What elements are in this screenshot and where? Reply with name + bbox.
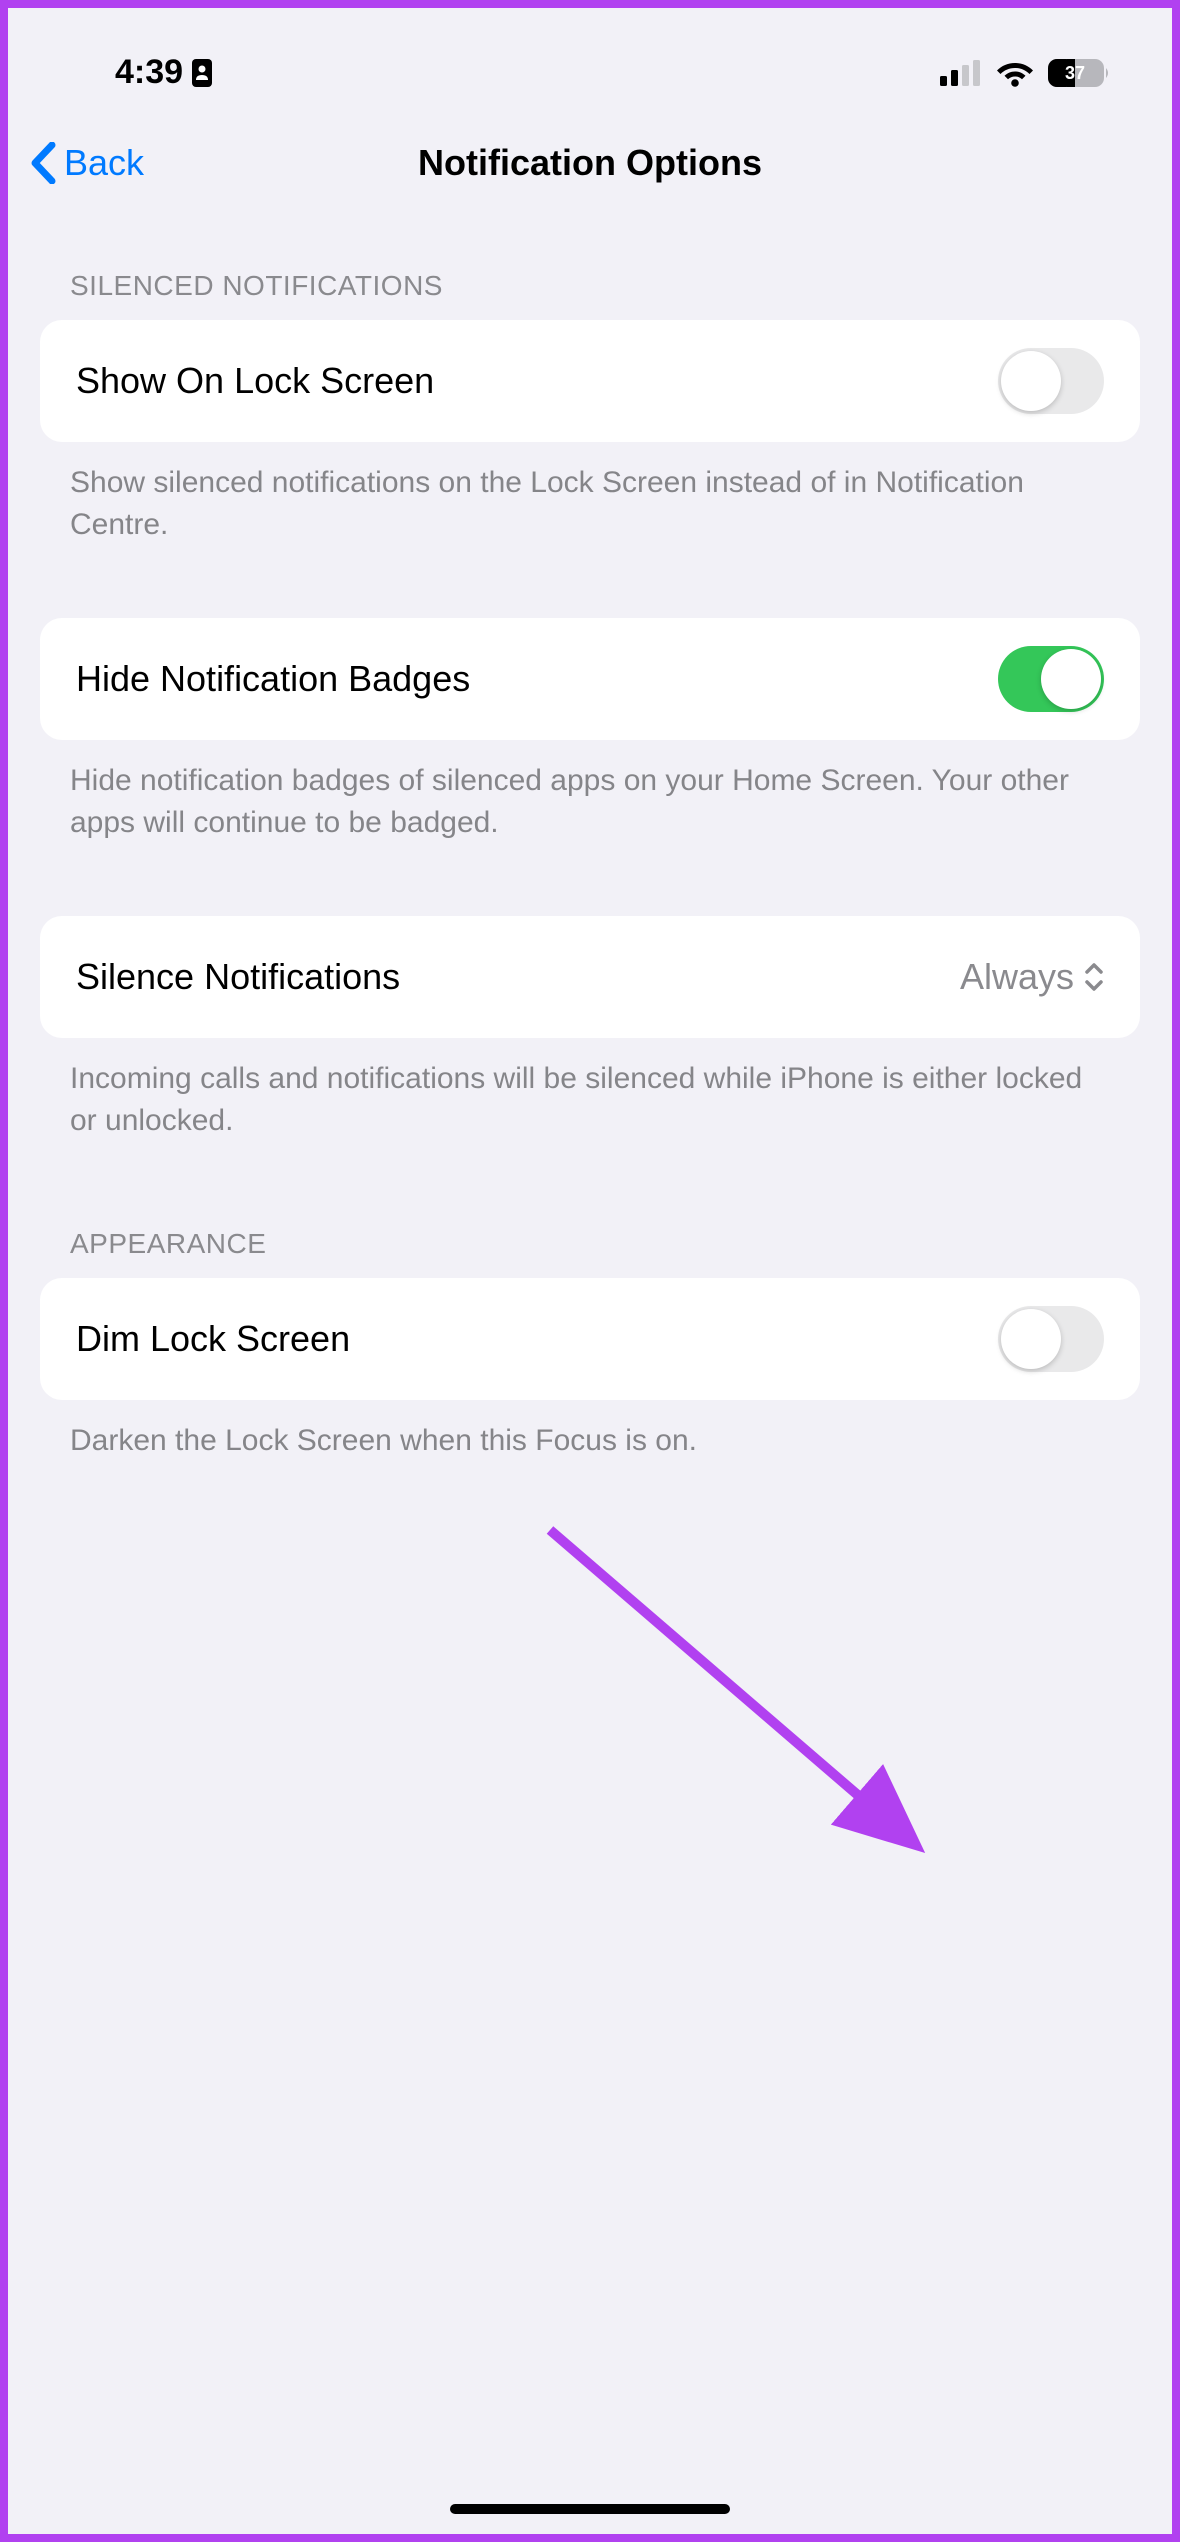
id-card-icon: [191, 58, 213, 88]
toggle-hide-notification-badges[interactable]: [998, 646, 1104, 712]
battery-icon: 37: [1048, 59, 1110, 87]
status-time: 4:39: [115, 53, 213, 92]
footer-hide-notification-badges: Hide notification badges of silenced app…: [40, 740, 1140, 844]
value-text: Always: [960, 956, 1074, 998]
section-header-appearance: APPEARANCE: [40, 1188, 1140, 1278]
content: SILENCED NOTIFICATIONS Show On Lock Scre…: [0, 270, 1180, 1462]
back-label: Back: [64, 142, 144, 184]
wifi-icon: [996, 59, 1034, 87]
nav-bar: Back Notification Options: [0, 115, 1180, 210]
row-label: Show On Lock Screen: [76, 360, 434, 402]
chevron-left-icon: [30, 142, 56, 184]
footer-silence-notifications: Incoming calls and notifications will be…: [40, 1038, 1140, 1142]
back-button[interactable]: Back: [30, 142, 144, 184]
footer-dim-lock-screen: Darken the Lock Screen when this Focus i…: [40, 1400, 1140, 1462]
footer-show-on-lock-screen: Show silenced notifications on the Lock …: [40, 442, 1140, 546]
cellular-icon: [940, 60, 982, 86]
page-title: Notification Options: [30, 142, 1150, 184]
row-show-on-lock-screen[interactable]: Show On Lock Screen: [40, 320, 1140, 442]
row-hide-notification-badges[interactable]: Hide Notification Badges: [40, 618, 1140, 740]
home-indicator[interactable]: [450, 2504, 730, 2514]
toggle-knob: [1001, 1309, 1061, 1369]
status-icons: 37: [940, 59, 1110, 87]
row-dim-lock-screen[interactable]: Dim Lock Screen: [40, 1278, 1140, 1400]
row-label: Silence Notifications: [76, 956, 400, 998]
row-label: Hide Notification Badges: [76, 658, 470, 700]
toggle-show-on-lock-screen[interactable]: [998, 348, 1104, 414]
section-header-silenced: SILENCED NOTIFICATIONS: [40, 270, 1140, 320]
status-bar: 4:39 37: [0, 0, 1180, 115]
row-label: Dim Lock Screen: [76, 1318, 350, 1360]
toggle-knob: [1001, 351, 1061, 411]
toggle-knob: [1041, 649, 1101, 709]
svg-text:37: 37: [1065, 63, 1085, 83]
chevron-up-down-icon: [1084, 961, 1104, 993]
row-value: Always: [960, 956, 1104, 998]
time-text: 4:39: [115, 53, 183, 92]
toggle-dim-lock-screen[interactable]: [998, 1306, 1104, 1372]
row-silence-notifications[interactable]: Silence Notifications Always: [40, 916, 1140, 1038]
